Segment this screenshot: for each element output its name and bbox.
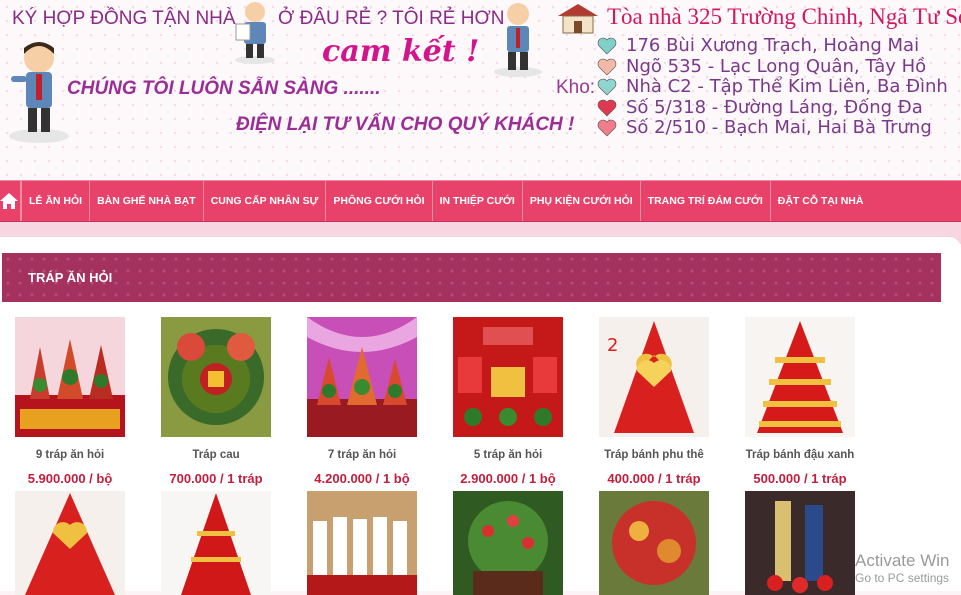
main-nav: LỄ ĂN HỎI BÀN GHẾ NHÀ BẠT CUNG CẤP NHÂN … (0, 180, 961, 222)
product-image[interactable] (307, 491, 417, 595)
nav-item-ban-ghe[interactable]: BÀN GHẾ NHÀ BẠT (89, 181, 203, 221)
nav-item-thiep-cuoi[interactable]: IN THIỆP CƯỚI (431, 181, 522, 221)
product-name[interactable]: 5 tráp ăn hỏi (438, 449, 578, 461)
product-card[interactable]: 7 tráp ăn hỏi 4.200.000 / 1 bộ (292, 317, 432, 486)
address-item: Số 2/510 - Bạch Mai, Hai Bà Trưng (597, 117, 948, 139)
product-image[interactable] (161, 317, 271, 437)
product-image[interactable] (745, 317, 855, 437)
home-icon (0, 193, 18, 209)
product-name[interactable]: 7 tráp ăn hỏi (292, 449, 432, 461)
product-card[interactable]: 5 tráp ăn hỏi 2.900.000 / 1 bộ (438, 317, 578, 486)
heart-icon (597, 99, 617, 117)
slogan-ready: CHÚNG TÔI LUÔN SẴN SÀNG ....... (67, 78, 381, 99)
product-name[interactable]: 9 tráp ăn hỏi (0, 449, 140, 461)
svg-text:2: 2 (607, 335, 618, 356)
address-item: 176 Bùi Xương Trạch, Hoàng Mai (597, 35, 948, 57)
slogan-cheap: Ở ĐÂU RẺ ? TÔI RẺ HƠN (278, 8, 505, 29)
slogan-commit: cam kết ! (322, 34, 480, 69)
product-image[interactable]: 2 (599, 317, 709, 437)
nav-item-phu-kien[interactable]: PHỤ KIỆN CƯỚI HỎI (521, 181, 640, 221)
product-card[interactable]: 2 Tráp bánh phu thê 400.000 / 1 tráp (584, 317, 724, 486)
nav-item-dat-co[interactable]: ĐẶT CỖ TẠI NHÀ (769, 181, 871, 221)
heart-icon (597, 119, 617, 137)
address-text: Nhà C2 - Tập Thể Kim Liên, Ba Đình (626, 76, 948, 97)
nav-item-trang-tri[interactable]: TRANG TRÍ ĐÁM CƯỚI (639, 181, 770, 221)
address-item: Số 5/318 - Đường Láng, Đống Đa (597, 96, 948, 119)
home-button[interactable] (0, 181, 20, 221)
slogan-call: ĐIỆN LẠI TƯ VẤN CHO QUÝ KHÁCH ! (236, 114, 575, 135)
product-name[interactable]: Tráp bánh đậu xanh (730, 449, 870, 461)
product-price: 2.900.000 / 1 bộ (460, 471, 556, 486)
nav-item-nhan-su[interactable]: CUNG CẤP NHÂN SỰ (202, 181, 326, 221)
product-name[interactable]: Tráp bánh phu thê (584, 449, 724, 461)
mascot-icon (235, 2, 275, 64)
product-image[interactable] (307, 317, 417, 437)
product-price: 5.900.000 / bộ (27, 471, 113, 486)
address-text: Số 2/510 - Bạch Mai, Hai Bà Trưng (626, 117, 932, 138)
address-text: Số 5/318 - Đường Láng, Đống Đa (626, 96, 923, 118)
mascot-icon (494, 3, 542, 77)
watermark-line1: Activate Win (855, 551, 950, 570)
product-image[interactable] (453, 317, 563, 437)
category-title: TRÁP ĂN HỎI (2, 253, 941, 302)
address-text: 176 Bùi Xương Trạch, Hoàng Mai (626, 35, 920, 56)
heart-icon (597, 37, 617, 55)
product-price: 400.000 / 1 tráp (607, 471, 701, 486)
product-card[interactable]: Tráp cau 700.000 / 1 tráp (146, 317, 286, 486)
product-price: 4.200.000 / 1 bộ (314, 471, 410, 486)
product-name[interactable]: Tráp cau (146, 449, 286, 461)
product-card[interactable]: 9 tráp ăn hỏi 5.900.000 / bộ (0, 317, 140, 486)
site-header: KÝ HỢP ĐỒNG TẬN NHÀ Ở ĐÂU RẺ ? TÔI RẺ HƠ… (0, 0, 961, 180)
slogan-contract: KÝ HỢP ĐỒNG TẬN NHÀ (12, 8, 236, 29)
address-list: 176 Bùi Xương Trạch, Hoàng Mai Ngõ 535 -… (597, 35, 948, 139)
activation-watermark: Activate Win Go to PC settings (855, 551, 949, 585)
address-text: Ngõ 535 - Lạc Long Quân, Tây Hồ (626, 55, 927, 77)
address-item: Nhà C2 - Tập Thể Kim Liên, Ba Đình (597, 76, 948, 98)
product-image[interactable] (15, 491, 125, 595)
product-price: 700.000 / 1 tráp (169, 471, 263, 486)
house-icon (558, 4, 598, 34)
warehouse-label: Kho: (556, 77, 596, 98)
heart-icon (597, 58, 617, 76)
nav-item-le-an-hoi[interactable]: LỄ ĂN HỎI (21, 181, 89, 221)
product-image[interactable] (161, 491, 271, 595)
nav-item-phong-cuoi[interactable]: PHÔNG CƯỚI HỎI (325, 181, 431, 221)
product-price: 500.000 / 1 tráp (753, 471, 847, 486)
address-item: Ngõ 535 - Lạc Long Quân, Tây Hồ (597, 55, 948, 78)
product-image[interactable] (599, 491, 709, 595)
product-image[interactable] (15, 317, 125, 437)
heart-icon (597, 78, 617, 96)
product-card[interactable]: Tráp bánh đậu xanh 500.000 / 1 tráp (730, 317, 870, 486)
watermark-line2: Go to PC settings (855, 571, 950, 585)
address-title: Tòa nhà 325 Trường Chinh, Ngã Tư Sở (607, 4, 961, 29)
product-image[interactable] (453, 491, 563, 595)
mascot-icon (9, 42, 69, 143)
product-image[interactable] (745, 491, 855, 595)
